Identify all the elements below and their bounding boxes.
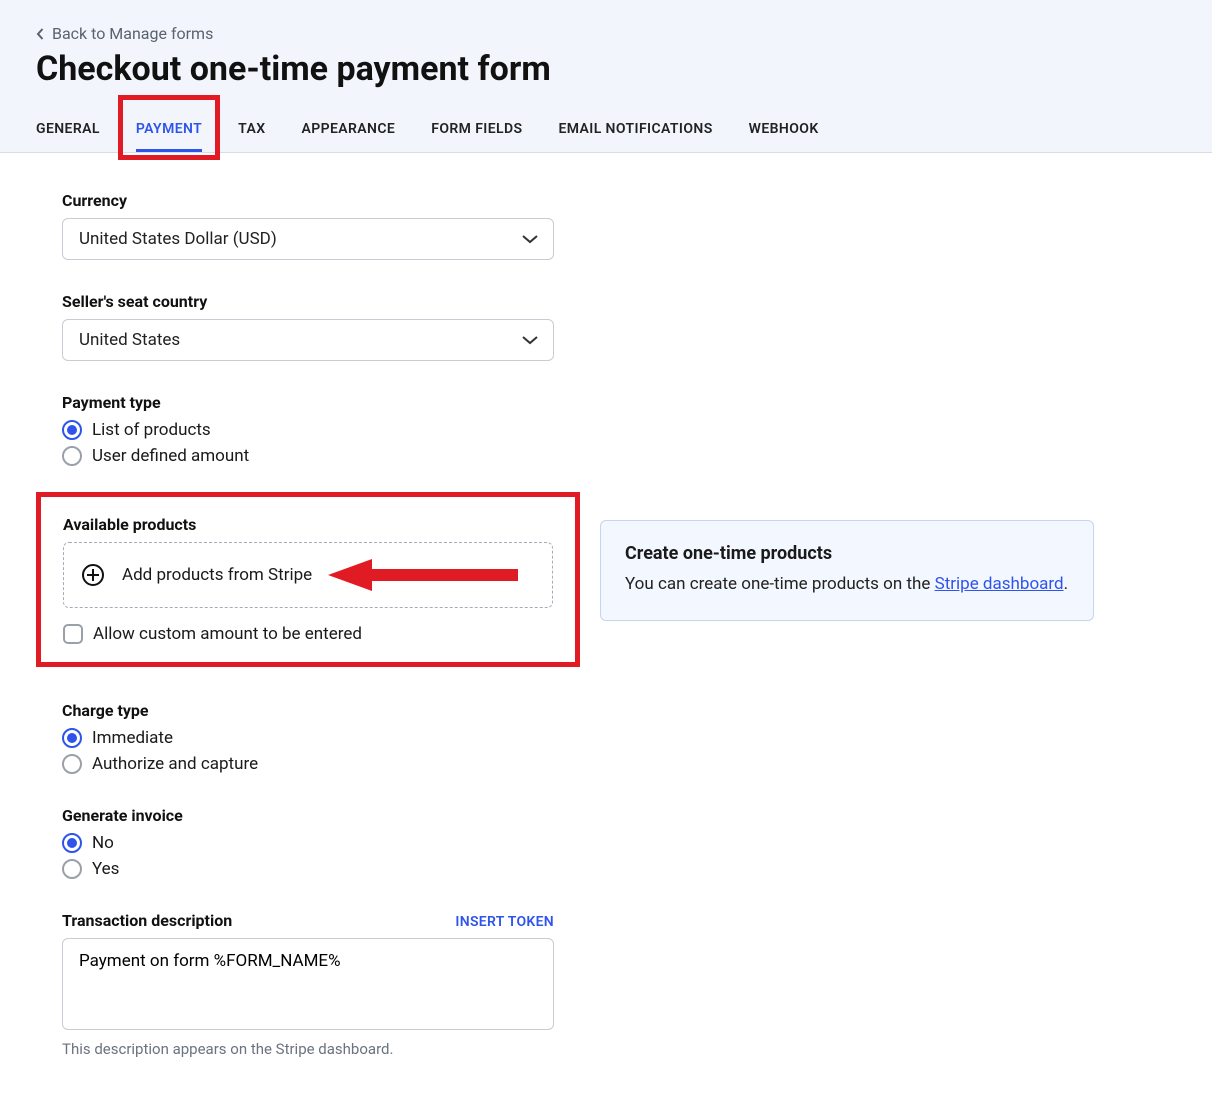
radio-label: List of products [92,420,211,440]
info-text: You can create one-time products on the … [625,572,1069,598]
checkbox-icon [63,624,83,644]
radio-label: User defined amount [92,446,249,466]
payment-type-option-user[interactable]: User defined amount [62,446,554,466]
invoice-option-no[interactable]: No [62,833,554,853]
add-products-label: Add products from Stripe [122,565,312,585]
radio-label: No [92,833,114,853]
currency-select[interactable]: United States Dollar (USD) [62,218,554,260]
charge-type-option-immediate[interactable]: Immediate [62,728,554,748]
back-link[interactable]: Back to Manage forms [36,24,213,43]
page-title: Checkout one-time payment form [36,49,1176,89]
radio-icon [62,754,82,774]
radio-label: Yes [92,859,119,879]
tab-appearance[interactable]: APPEARANCE [301,107,395,152]
chevron-left-icon [36,28,44,40]
available-products-label: Available products [63,515,553,534]
plus-circle-icon [82,564,104,586]
seat-country-label: Seller's seat country [62,292,554,311]
seat-country-select[interactable]: United States [62,319,554,361]
radio-icon [62,833,82,853]
tab-email-notifications[interactable]: EMAIL NOTIFICATIONS [558,107,712,152]
tab-tax[interactable]: TAX [238,107,265,152]
radio-icon [62,420,82,440]
chevron-down-icon [521,233,539,245]
chevron-down-icon [521,334,539,346]
currency-label: Currency [62,191,554,210]
add-products-button[interactable]: Add products from Stripe [63,542,553,608]
transaction-description-label: Transaction description [62,911,232,930]
annotation-products-highlight: Available products Add products from Str… [36,492,580,667]
currency-value: United States Dollar (USD) [79,229,277,249]
radio-icon [62,728,82,748]
info-panel: Create one-time products You can create … [600,520,1094,621]
invoice-option-yes[interactable]: Yes [62,859,554,879]
tab-webhook[interactable]: WEBHOOK [749,107,819,152]
info-title: Create one-time products [625,543,1069,564]
tabs: GENERAL PAYMENT TAX APPEARANCE FORM FIEL… [36,107,1176,152]
back-label: Back to Manage forms [52,24,213,43]
generate-invoice-label: Generate invoice [62,806,554,825]
seat-country-value: United States [79,330,180,350]
payment-type-label: Payment type [62,393,554,412]
radio-label: Authorize and capture [92,754,258,774]
checkbox-label: Allow custom amount to be entered [93,624,362,644]
insert-token-button[interactable]: INSERT TOKEN [455,914,554,930]
tab-payment[interactable]: PAYMENT [136,107,202,152]
radio-label: Immediate [92,728,173,748]
annotation-arrow-icon [328,555,518,595]
stripe-dashboard-link[interactable]: Stripe dashboard [935,574,1064,594]
tab-form-fields[interactable]: FORM FIELDS [431,107,522,152]
tab-general[interactable]: GENERAL [36,107,100,152]
radio-icon [62,446,82,466]
payment-type-option-list[interactable]: List of products [62,420,554,440]
radio-icon [62,859,82,879]
charge-type-label: Charge type [62,701,554,720]
charge-type-option-auth[interactable]: Authorize and capture [62,754,554,774]
transaction-description-input[interactable]: Payment on form %FORM_NAME% [62,938,554,1030]
allow-custom-amount-checkbox[interactable]: Allow custom amount to be entered [63,624,553,644]
transaction-description-helper: This description appears on the Stripe d… [62,1040,554,1058]
